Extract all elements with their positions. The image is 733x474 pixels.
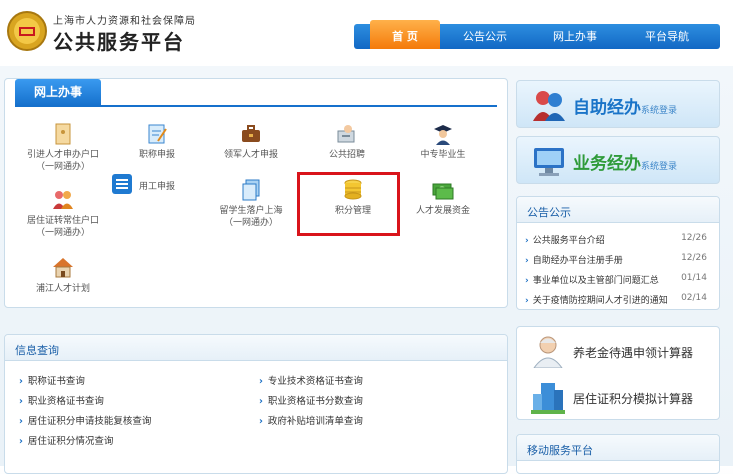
graduate-icon [434, 125, 452, 145]
service-talent-hukou[interactable]: 引进人才申办户口 （一网通办） [15, 123, 111, 173]
calculator-label: 居住证积分模拟计算器 [573, 392, 694, 406]
service-label: 引进人才申办户口 [26, 150, 99, 160]
mobile-header: 移动服务平台 [517, 435, 719, 461]
family-icon [53, 191, 73, 209]
service-sublabel: （一网通办） [35, 162, 90, 172]
announcements-header: 公告公示 [517, 197, 719, 223]
site-title: 公共服务平台 [53, 30, 185, 54]
query-link[interactable]: 职业资格证书分数查询 [259, 393, 363, 407]
service-public-recruitment[interactable]: 公共招聘 [299, 123, 395, 161]
service-employment-declaration[interactable]: 用工申报 [109, 173, 189, 194]
self-service-login-banner[interactable]: 自助经办系统登录 [516, 80, 720, 128]
nav-announcements[interactable]: 公告公示 [450, 24, 520, 49]
service-label: 居住证转常住户口 [26, 216, 99, 226]
service-label: 留学生落户上海 [219, 206, 283, 216]
calculators-panel: 养老金待遇申领计算器 居住证积分模拟计算器 [516, 326, 720, 420]
certificate-edit-icon [148, 124, 167, 144]
service-label: 公共招聘 [328, 150, 365, 160]
residence-points-calculator-link[interactable]: 居住证积分模拟计算器 [525, 377, 713, 417]
service-sublabel: （一网通办） [223, 218, 278, 228]
service-title-declaration[interactable]: 职称申报 [109, 123, 205, 161]
info-query-title: 信息查询 [15, 344, 59, 357]
recruitment-icon [337, 125, 355, 143]
service-label: 职称申报 [138, 150, 175, 160]
info-query-header: 信息查询 [5, 335, 507, 361]
service-residence-permit-hukou[interactable]: 居住证转常住户口 （一网通办） [15, 189, 111, 239]
query-link[interactable]: 居住证积分情况查询 [19, 433, 114, 447]
highlight-box [297, 172, 400, 236]
mobile-title: 移动服务平台 [527, 444, 593, 457]
announcement-item[interactable]: 自助经办平台注册手册12/26 [525, 253, 717, 266]
query-link[interactable]: 居住证积分申请技能复核查询 [19, 413, 152, 427]
service-sublabel: （一网通办） [35, 228, 90, 238]
announcement-item[interactable]: 关于疫情防控期间人才引进的通知02/14 [525, 293, 717, 306]
nav-home[interactable]: 首 页 [370, 20, 440, 49]
service-pujiang-talent[interactable]: 浦江人才计划 [15, 257, 111, 295]
house-icon [53, 258, 73, 278]
query-link[interactable]: 政府补贴培训清单查询 [259, 413, 363, 427]
money-icon [432, 183, 454, 200]
query-link[interactable]: 职称证书查询 [19, 373, 85, 387]
banner-title: 业务经办系统登录 [573, 154, 678, 174]
header: 上海市人力资源和社会保障局 公共服务平台 首 页 公告公示 网上办事 平台导航 [0, 0, 733, 66]
service-leading-talent[interactable]: 领军人才申报 [203, 123, 299, 161]
form-list-icon [112, 174, 132, 194]
service-talent-development-fund[interactable]: 人才发展资金 [395, 179, 491, 217]
nav-online-services[interactable]: 网上办事 [540, 24, 610, 49]
mobile-service-panel: 移动服务平台 [516, 434, 720, 474]
pension-calculator-link[interactable]: 养老金待遇申领计算器 [525, 331, 713, 371]
government-emblem-icon [7, 11, 47, 51]
service-overseas-student-settle[interactable]: 留学生落户上海 （一网通办） [203, 179, 299, 229]
service-vocational-graduates[interactable]: 中专毕业生 [395, 123, 491, 161]
query-link[interactable]: 专业技术资格证书查询 [259, 373, 363, 387]
announcement-item[interactable]: 公共服务平台介绍12/26 [525, 233, 717, 246]
service-label: 中专毕业生 [420, 150, 466, 160]
service-label: 领军人才申报 [223, 150, 278, 160]
announcement-item[interactable]: 事业单位以及主管部门问题汇总01/14 [525, 273, 717, 286]
info-query-panel: 信息查询 职称证书查询 职业资格证书查询 居住证积分申请技能复核查询 居住证积分… [4, 334, 508, 474]
documents-icon [242, 179, 260, 201]
main-nav: 首 页 公告公示 网上办事 平台导航 [354, 20, 720, 49]
elderly-person-icon [533, 336, 563, 368]
announcements-title: 公告公示 [527, 206, 571, 219]
envelope-document-icon [55, 123, 71, 145]
org-name: 上海市人力资源和社会保障局 [53, 16, 196, 27]
users-icon [533, 91, 565, 121]
online-services-panel: 网上办事 引进人才申办户口 （一网通办） 职称申报 领军人才申报 公共招聘 中专… [4, 78, 508, 308]
nav-platform-guide[interactable]: 平台导航 [632, 24, 702, 49]
online-services-tab[interactable]: 网上办事 [15, 79, 101, 106]
banner-title: 自助经办系统登录 [573, 98, 678, 118]
service-label: 人才发展资金 [415, 206, 470, 216]
briefcase-icon [242, 125, 260, 142]
city-building-icon [531, 383, 565, 414]
calculator-label: 养老金待遇申领计算器 [573, 346, 694, 360]
computer-icon [534, 148, 564, 176]
announcements-panel: 公告公示 公共服务平台介绍12/26 自助经办平台注册手册12/26 事业单位以… [516, 196, 720, 310]
business-login-banner[interactable]: 业务经办系统登录 [516, 136, 720, 184]
service-label: 浦江人才计划 [35, 284, 90, 294]
query-link[interactable]: 职业资格证书查询 [19, 393, 104, 407]
tab-underline [15, 105, 497, 107]
